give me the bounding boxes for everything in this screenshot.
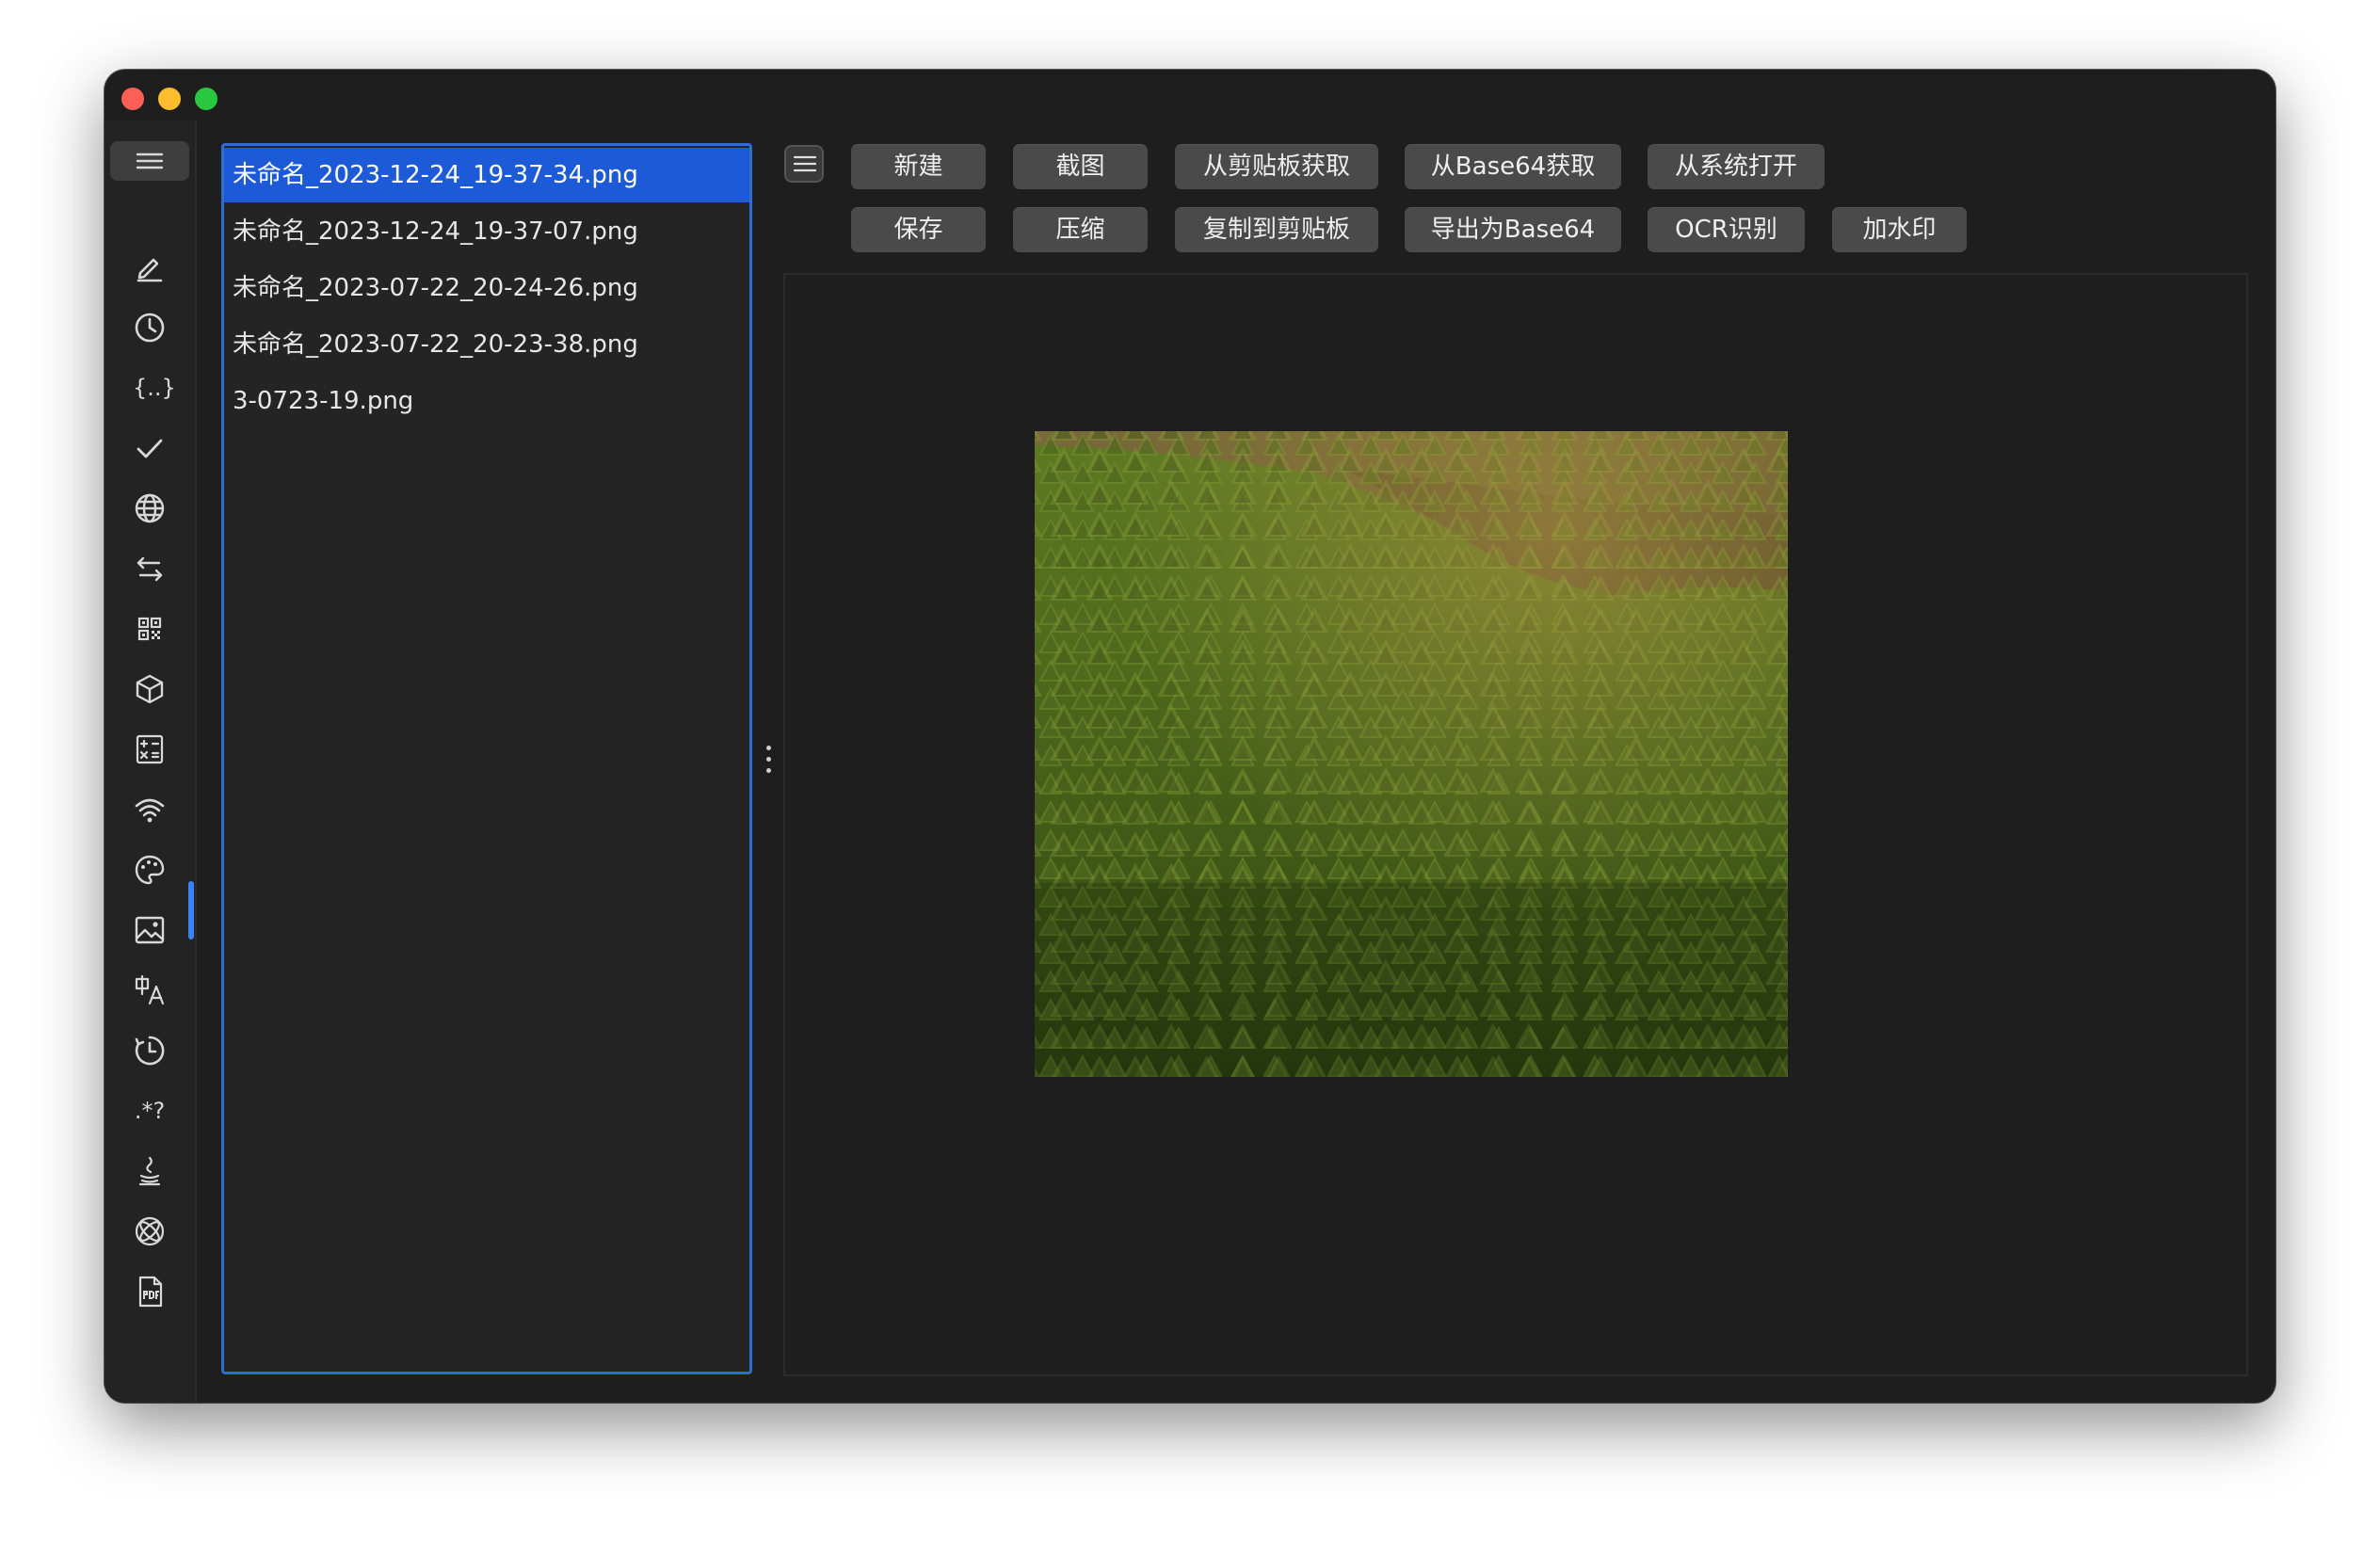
save-button[interactable]: 保存 (851, 207, 986, 252)
hamburger-icon (793, 155, 817, 172)
open-from-system-button[interactable]: 从系统打开 (1648, 144, 1825, 189)
sidebar-item-pen[interactable] (133, 250, 167, 284)
from-base64-button[interactable]: 从Base64获取 (1405, 144, 1621, 189)
sidebar-item-translate[interactable] (133, 973, 167, 1007)
aerial-forest-photo (1035, 431, 1788, 1077)
atom-icon (135, 1216, 165, 1246)
sidebar-active-indicator (188, 881, 194, 940)
sidebar-item-cube[interactable] (133, 672, 167, 706)
watermark-button[interactable]: 加水印 (1832, 207, 1967, 252)
java-icon (138, 1156, 161, 1186)
sidebar-item-image[interactable] (133, 913, 167, 947)
sidebar-item-clock[interactable] (133, 311, 167, 345)
wifi-icon (135, 798, 165, 823)
translate-icon (135, 974, 165, 1005)
sidebar-item-calculator[interactable] (133, 732, 167, 766)
cube-icon (136, 674, 164, 704)
pdf-icon (138, 1276, 163, 1308)
clock-icon (135, 313, 165, 343)
sidebar-item-pdf[interactable] (133, 1275, 167, 1309)
regex-icon: .*? (134, 1098, 166, 1124)
qr-code-icon (137, 617, 162, 641)
maximize-window-button[interactable] (195, 88, 217, 110)
sidebar-item-regex[interactable]: .*? (133, 1094, 167, 1128)
file-list-item[interactable]: 未命名_2023-12-24_19-37-34.png (224, 148, 749, 202)
sidebar-item-atom[interactable] (133, 1214, 167, 1248)
sidebar-item-palette[interactable] (133, 853, 167, 887)
minimize-window-button[interactable] (158, 88, 181, 110)
sidebar: {..} .*? (105, 120, 197, 1403)
swap-arrows-icon (137, 556, 163, 582)
globe-icon (135, 493, 165, 523)
sidebar-item-wifi[interactable] (133, 793, 167, 827)
ocr-button[interactable]: OCR识别 (1648, 207, 1805, 252)
sidebar-item-qr[interactable] (133, 612, 167, 646)
hamburger-icon (136, 153, 164, 169)
timer-icon (135, 1036, 165, 1066)
new-button[interactable]: 新建 (851, 144, 986, 189)
calculator-icon (136, 734, 164, 764)
close-window-button[interactable] (121, 88, 144, 110)
pen-icon (137, 258, 163, 282)
sidebar-item-timer[interactable] (133, 1034, 167, 1068)
braces-icon: {..} (133, 375, 176, 401)
panel-splitter-handle[interactable] (766, 746, 772, 774)
compress-button[interactable]: 压缩 (1013, 207, 1148, 252)
image-icon (135, 916, 165, 944)
file-list-item[interactable]: 未命名_2023-07-22_20-23-38.png (224, 317, 749, 372)
file-list-item[interactable]: 3-0723-19.png (224, 374, 749, 428)
copy-to-clipboard-button[interactable]: 复制到剪贴板 (1175, 207, 1378, 252)
sidebar-item-braces[interactable]: {..} (133, 371, 176, 405)
palette-icon (135, 855, 165, 885)
title-bar (105, 70, 2275, 126)
sidebar-menu-button[interactable] (110, 141, 189, 181)
file-list-item[interactable]: 未命名_2023-12-24_19-37-07.png (224, 204, 749, 259)
file-list[interactable]: 未命名_2023-12-24_19-37-34.png 未命名_2023-12-… (221, 143, 752, 1374)
sidebar-item-swap[interactable] (133, 552, 167, 586)
from-clipboard-button[interactable]: 从剪贴板获取 (1175, 144, 1378, 189)
checkmark-icon (137, 439, 163, 458)
sidebar-item-globe[interactable] (133, 491, 167, 525)
preview-image (1035, 431, 1788, 1077)
file-list-item[interactable]: 未命名_2023-07-22_20-24-26.png (224, 261, 749, 315)
sidebar-item-check[interactable] (133, 431, 167, 465)
export-base64-button[interactable]: 导出为Base64 (1405, 207, 1621, 252)
sidebar-item-java[interactable] (133, 1154, 167, 1188)
toolbar-menu-button[interactable] (784, 145, 824, 183)
screenshot-button[interactable]: 截图 (1013, 144, 1148, 189)
